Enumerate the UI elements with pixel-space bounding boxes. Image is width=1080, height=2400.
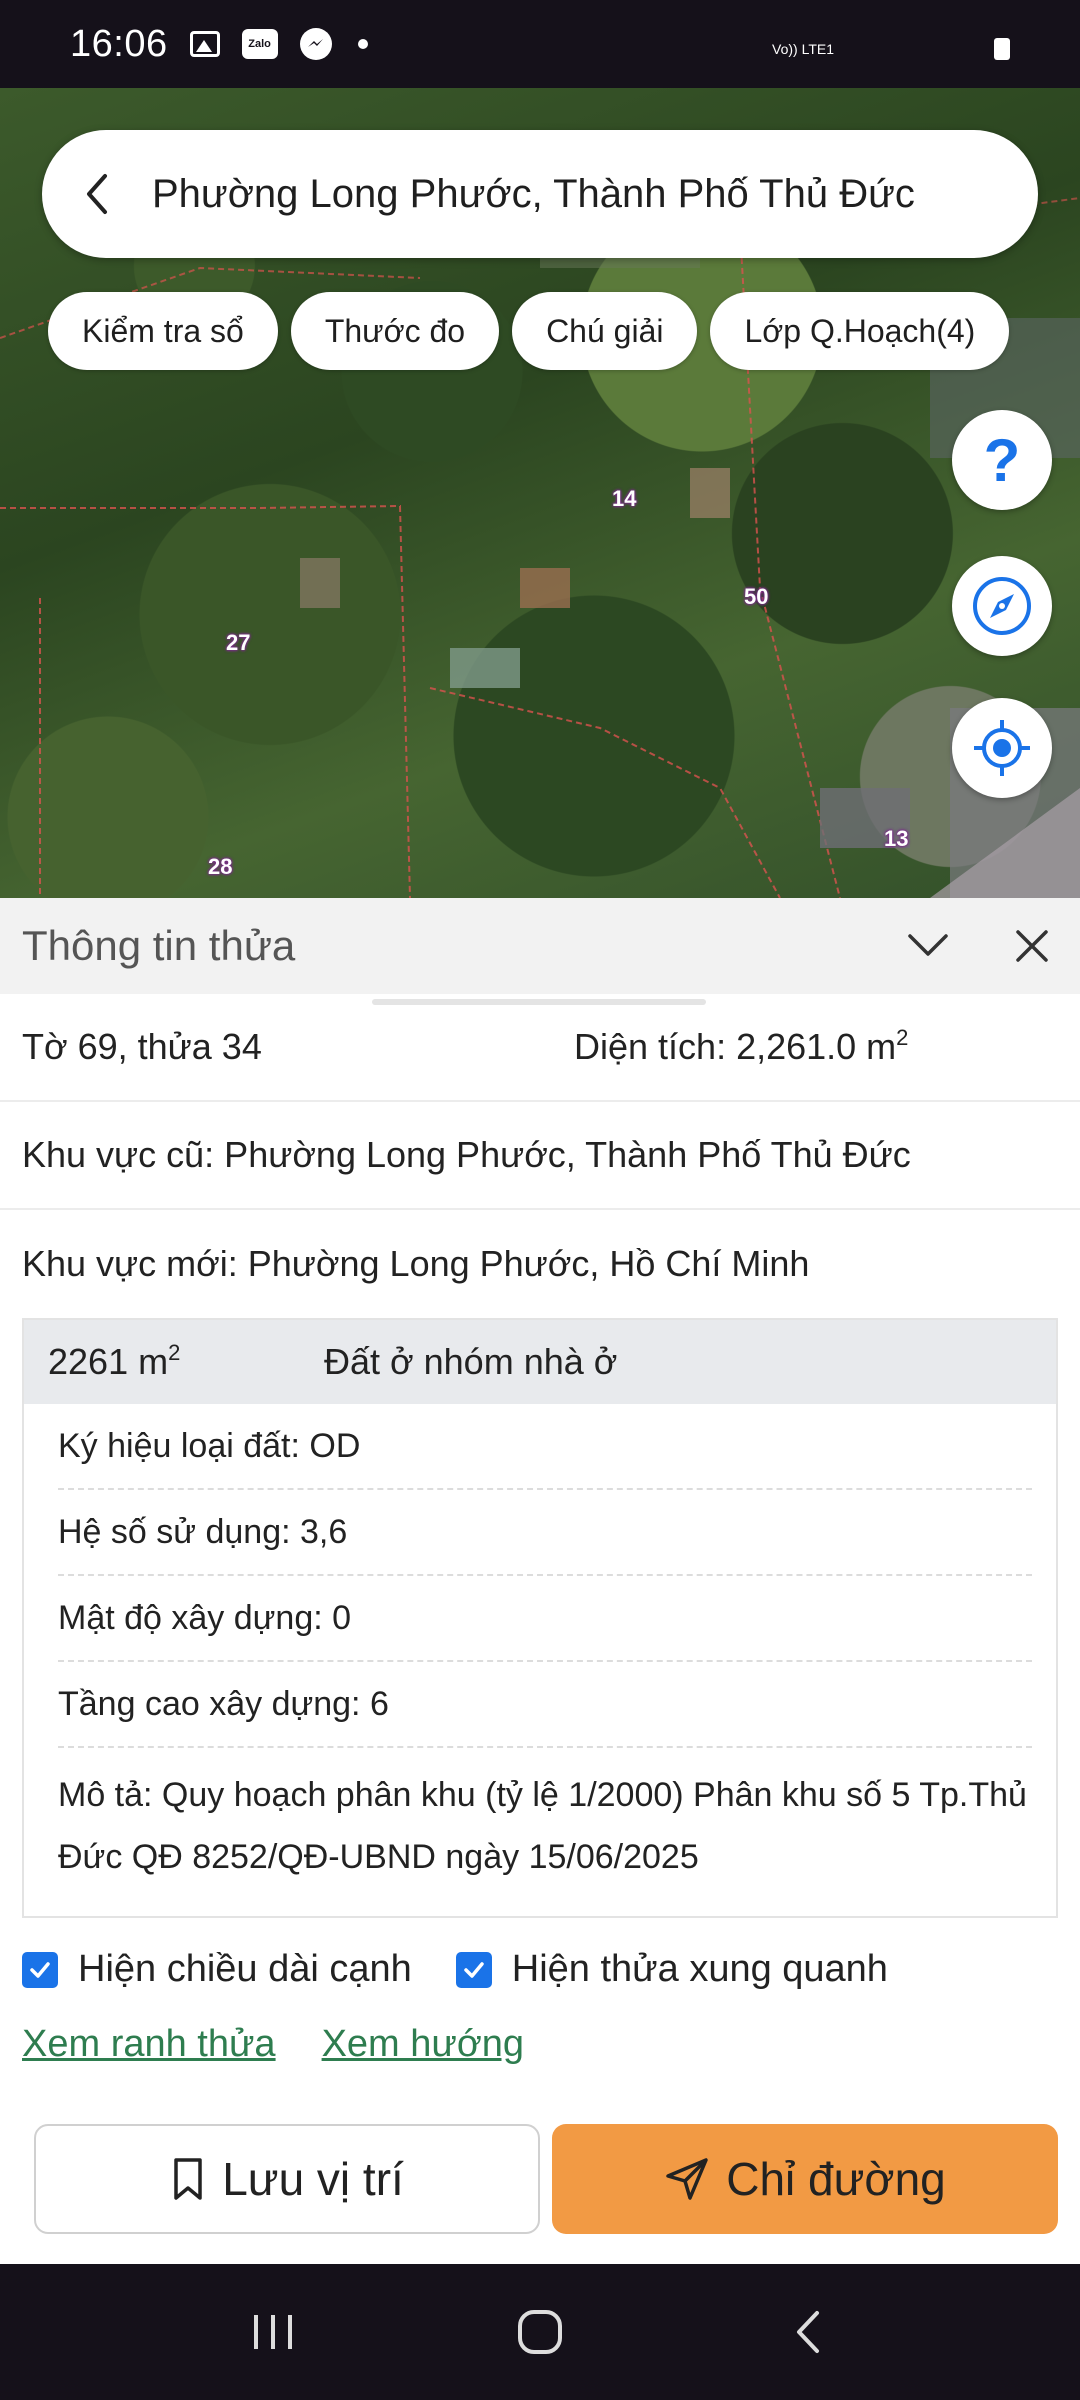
help-icon: ? [983, 426, 1021, 494]
panel-header: Thông tin thửa [0, 898, 1080, 994]
old-area-text: Khu vực cũ: Phường Long Phước, Thành Phố… [22, 1134, 911, 1175]
my-location-icon [974, 720, 1030, 776]
view-boundary-link[interactable]: Xem ranh thửa [22, 2023, 276, 2066]
app-screen: 16:06 Zalo Vo)) LTE1 14 50 27 13 28 Phườ… [0, 0, 1080, 2400]
planning-zone-card: 2261 m2 Đất ở nhóm nhà ở Ký hiệu loại đấ… [22, 1318, 1058, 1918]
description-line: Mô tả: Quy hoạch phân khu (tỷ lệ 1/2000)… [58, 1776, 1027, 1876]
status-time: 16:06 [70, 22, 168, 65]
system-nav-bar [0, 2264, 1080, 2400]
battery-icon [994, 38, 1010, 60]
area-unit-sup: 2 [896, 1025, 909, 1050]
sheet-area-row: Tờ 69, thửa 34 Diện tích: 2,261.0 m2 [0, 994, 1080, 1102]
area-text: Diện tích: 2,261.0 m [574, 1026, 897, 1067]
parcel-number-label[interactable]: 13 [884, 826, 908, 852]
checkbox-checked-icon[interactable] [455, 1951, 492, 1988]
compass-icon [973, 577, 1031, 635]
save-location-label: Lưu vị trí [222, 2153, 404, 2205]
check-certificate-chip[interactable]: Kiểm tra sổ [48, 292, 278, 370]
back-nav-button[interactable] [767, 2292, 847, 2372]
zone-area: 2261 m2 [48, 1340, 181, 1383]
location-search-bar[interactable]: Phường Long Phước, Thành Phố Thủ Đức [42, 130, 1038, 258]
my-location-button[interactable] [952, 698, 1052, 798]
status-right: Vo)) LTE1 [772, 38, 1010, 60]
messenger-icon [299, 28, 332, 60]
density-line: Mật độ xây dựng: 0 [58, 1576, 1032, 1662]
height-line: Tầng cao xây dựng: 6 [58, 1662, 1032, 1748]
home-button[interactable] [500, 2292, 580, 2372]
help-button[interactable]: ? [952, 410, 1052, 510]
show-edge-length-label[interactable]: Hiện chiều dài cạnh [78, 1948, 412, 1991]
panel-title: Thông tin thửa [22, 922, 296, 969]
directions-label: Chỉ đường [726, 2153, 946, 2205]
status-bar: 16:06 Zalo Vo)) LTE1 [0, 0, 1080, 88]
tool-chip-row: Kiểm tra sổ Thước đo Chú giải Lớp Q.Hoạc… [48, 292, 1022, 370]
link-row: Xem ranh thửa Xem hướng [22, 2023, 570, 2066]
show-edge-length-option[interactable]: Hiện chiều dài cạnh [22, 1948, 412, 1991]
parcel-number-label[interactable]: 28 [208, 854, 232, 880]
compass-button[interactable] [952, 556, 1052, 656]
old-area-row: Khu vực cũ: Phường Long Phước, Thành Phố… [0, 1102, 1080, 1210]
chevron-down-icon[interactable] [900, 922, 956, 970]
planning-layer-chip[interactable]: Lớp Q.Hoạch(4) [710, 292, 1010, 370]
close-icon[interactable] [1006, 920, 1058, 972]
show-neighbor-parcels-label[interactable]: Hiện thửa xung quanh [512, 1948, 888, 1991]
land-code-line: Ký hiệu loại đất: OD [58, 1404, 1032, 1490]
parcel-info-panel: Thông tin thửa Tờ 69, thửa 34 Diện tích:… [0, 898, 1080, 2264]
directions-button[interactable]: Chỉ đường [552, 2124, 1058, 2234]
sheet-parcel-number: Tờ 69, thửa 34 [22, 1026, 262, 1067]
parcel-number-label[interactable]: 50 [744, 584, 768, 610]
zone-area-sup: 2 [168, 1340, 181, 1365]
parcel-number-label[interactable]: 14 [612, 486, 636, 512]
zone-area-text: 2261 m [48, 1341, 169, 1382]
area-value: Diện tích: 2,261.0 m2 [574, 1025, 909, 1068]
save-location-button[interactable]: Lưu vị trí [34, 2124, 540, 2234]
drag-handle[interactable] [372, 999, 706, 1005]
use-ratio-line: Hệ số sử dụng: 3,6 [58, 1490, 1032, 1576]
back-button[interactable] [42, 130, 152, 258]
zone-type: Đất ở nhóm nhà ở [324, 1341, 618, 1382]
zalo-icon: Zalo [241, 29, 278, 59]
home-icon [517, 2310, 562, 2354]
parcel-number-label[interactable]: 27 [226, 630, 250, 656]
ruler-chip[interactable]: Thước đo [290, 292, 500, 370]
back-icon [796, 2311, 819, 2353]
checkbox-checked-icon[interactable] [22, 1951, 58, 1988]
send-icon [664, 2156, 710, 2202]
gallery-icon [189, 31, 220, 57]
network-indicator: Vo)) LTE1 [772, 41, 834, 57]
zone-header: 2261 m2 Đất ở nhóm nhà ở [24, 1320, 1056, 1404]
recent-apps-icon [254, 2315, 293, 2349]
legend-chip[interactable]: Chú giải [512, 292, 698, 370]
show-neighbor-parcels-option[interactable]: Hiện thửa xung quanh [455, 1948, 888, 1991]
chevron-left-icon [87, 174, 107, 214]
location-title[interactable]: Phường Long Phước, Thành Phố Thủ Đức [152, 172, 915, 217]
dot-icon [357, 39, 368, 49]
recent-apps-button[interactable] [233, 2292, 313, 2372]
bookmark-icon [170, 2156, 206, 2202]
option-checkboxes: Hiện chiều dài cạnh Hiện thửa xung quanh [22, 1948, 932, 1991]
new-area-text: Khu vực mới: Phường Long Phước, Hồ Chí M… [22, 1243, 810, 1284]
view-direction-link[interactable]: Xem hướng [322, 2023, 524, 2066]
new-area-row: Khu vực mới: Phường Long Phước, Hồ Chí M… [0, 1210, 1080, 1318]
